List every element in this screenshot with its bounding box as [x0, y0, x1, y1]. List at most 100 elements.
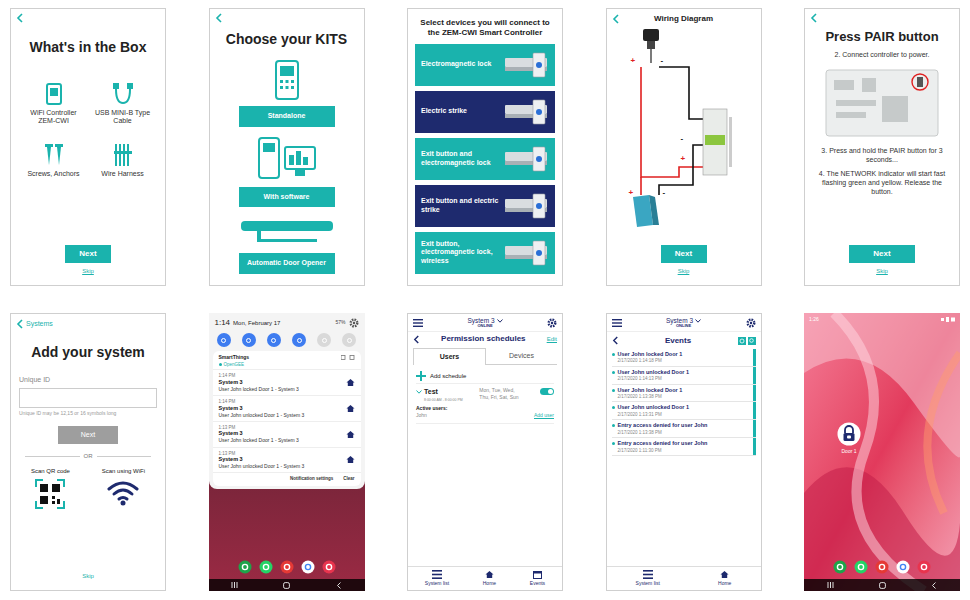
nav-item[interactable]: System list [425, 570, 449, 588]
back-arrow-icon[interactable] [215, 13, 223, 23]
whatsapp-app-icon[interactable] [259, 560, 273, 574]
back-arrow-icon[interactable] [16, 13, 24, 23]
nav-item[interactable]: Home [483, 570, 496, 588]
wifi-icon[interactable] [106, 479, 140, 507]
event-item[interactable]: Entry access denied for user John2/17/20… [612, 420, 756, 438]
phone-app-icon[interactable] [833, 560, 847, 574]
event-item[interactable]: User John unlocked Door 12/17/2020 1:14:… [612, 367, 756, 385]
next-button[interactable]: Next [661, 245, 707, 263]
notification-item[interactable]: 1:14 PMSystem 3User John locked Door 1 -… [213, 369, 361, 395]
add-user-link[interactable]: Add user [534, 412, 554, 420]
add-schedule-label[interactable]: Add schedule [430, 372, 466, 381]
widget-label[interactable]: Door 1 [841, 448, 856, 456]
event-item[interactable]: Entry access denied for user John2/17/20… [612, 438, 756, 456]
notification-item[interactable]: 1:13 PMSystem 3User John unlocked Door 1… [213, 447, 361, 473]
nav-item[interactable]: System list [636, 570, 660, 588]
email-app-icon[interactable] [875, 560, 889, 574]
menu-icon[interactable] [413, 319, 423, 327]
back-arrow-icon[interactable] [810, 13, 818, 23]
skip-link[interactable]: Skip [82, 267, 94, 276]
edit-link[interactable]: Edit [547, 335, 557, 344]
nav-label[interactable]: Events [530, 580, 545, 588]
plus-icon[interactable] [416, 371, 426, 381]
nav-label[interactable]: Home [718, 580, 731, 588]
gear-icon[interactable] [547, 318, 557, 328]
google-app-icon[interactable] [301, 560, 315, 574]
dropdown-chevron-icon[interactable] [695, 319, 701, 323]
dropdown-chevron-icon[interactable] [497, 319, 503, 323]
quick-toggle[interactable] [217, 333, 231, 347]
schedule-toggle[interactable] [540, 388, 554, 395]
kit-button[interactable]: Standalone [239, 106, 335, 127]
notification-settings-link[interactable]: Notification settings [290, 476, 333, 483]
quick-toggle[interactable] [317, 333, 331, 347]
skip-link[interactable]: Skip [876, 267, 888, 276]
scan-option-label[interactable]: Scan QR code [31, 467, 70, 476]
recents-icon[interactable] [231, 582, 238, 588]
expand-chevron-icon[interactable] [416, 390, 422, 394]
clear-button[interactable]: Clear [343, 476, 354, 483]
kit-button[interactable]: Automatic Door Opener [239, 253, 335, 274]
tab[interactable]: Devices [486, 348, 557, 366]
back-button-icon[interactable] [931, 582, 937, 589]
nav-label[interactable]: System list [636, 580, 660, 588]
back-arrow-icon[interactable] [612, 14, 620, 24]
skip-link[interactable]: Skip [678, 267, 690, 276]
kit-button[interactable]: With software [239, 187, 335, 208]
notification-item[interactable]: 1:13 PMSystem 3User John locked Door 1 -… [213, 421, 361, 447]
nav-item[interactable]: Events [530, 570, 545, 588]
system-selector[interactable]: System 3ONLINE [467, 317, 502, 329]
unique-id-input[interactable] [19, 388, 157, 408]
google-app-icon[interactable] [896, 560, 910, 574]
event-item[interactable]: User John unlocked Door 12/17/2020 1:13:… [612, 402, 756, 420]
quick-toggle[interactable] [292, 333, 306, 347]
tab[interactable]: Users [413, 348, 486, 366]
refresh-and-search-icon[interactable] [738, 337, 756, 345]
schedule-name[interactable]: Test [424, 387, 438, 398]
camera-app-icon[interactable] [917, 560, 931, 574]
whatsapp-app-icon[interactable] [854, 560, 868, 574]
device-label[interactable]: Exit button, electromagnetic lock, wirel… [421, 240, 499, 266]
event-item[interactable]: User John locked Door 12/17/2020 1:13:38… [612, 385, 756, 403]
quick-toggle[interactable] [342, 333, 356, 347]
device-card[interactable]: Exit button, electromagnetic lock, wirel… [415, 232, 555, 274]
scan-option[interactable]: Scan using WiFi [102, 467, 145, 509]
schedule-name-row[interactable]: Test [416, 387, 463, 398]
quick-toggle[interactable] [267, 333, 281, 347]
back-link[interactable]: Systems [11, 314, 165, 330]
qr-code-icon[interactable] [35, 479, 65, 509]
lock-icon[interactable] [837, 422, 861, 446]
card-actions-icon[interactable] [341, 355, 355, 360]
notification-item[interactable]: 1:14 PMSystem 3User John unlocked Door 1… [213, 395, 361, 421]
back-arrow-icon[interactable] [16, 319, 24, 329]
scan-option[interactable]: Scan QR code [31, 467, 70, 509]
gear-icon[interactable] [349, 318, 359, 328]
device-label[interactable]: Electric strike [421, 107, 499, 116]
device-card[interactable]: Electromagnetic lock [415, 44, 555, 86]
device-card[interactable]: Exit button and electromagnetic lock [415, 138, 555, 180]
camera-app-icon[interactable] [322, 560, 336, 574]
nav-label[interactable]: Home [483, 580, 496, 588]
email-app-icon[interactable] [280, 560, 294, 574]
home-button-icon[interactable] [879, 582, 886, 589]
menu-icon[interactable] [612, 319, 622, 327]
nav-item[interactable]: Home [718, 570, 731, 588]
system-name[interactable]: System 3 [666, 317, 693, 324]
gear-icon[interactable] [746, 318, 756, 328]
device-label[interactable]: Exit button and electric strike [421, 197, 499, 215]
event-item[interactable]: User John locked Door 12/17/2020 1:14:18… [612, 349, 756, 367]
next-button[interactable]: Next [65, 245, 111, 263]
skip-link[interactable]: Skip [82, 572, 94, 581]
next-button[interactable]: Next [849, 245, 915, 263]
back-link-label[interactable]: Systems [26, 319, 53, 330]
device-label[interactable]: Exit button and electromagnetic lock [421, 150, 499, 168]
back-button-icon[interactable] [336, 582, 342, 589]
phone-app-icon[interactable] [238, 560, 252, 574]
quick-toggle[interactable] [242, 333, 256, 347]
nav-label[interactable]: System list [425, 580, 449, 588]
system-name[interactable]: System 3 [467, 317, 494, 324]
add-schedule-button[interactable]: Add schedule [416, 369, 554, 384]
device-card[interactable]: Electric strike [415, 91, 555, 133]
back-arrow-icon[interactable] [413, 335, 420, 344]
back-arrow-icon[interactable] [612, 336, 619, 345]
